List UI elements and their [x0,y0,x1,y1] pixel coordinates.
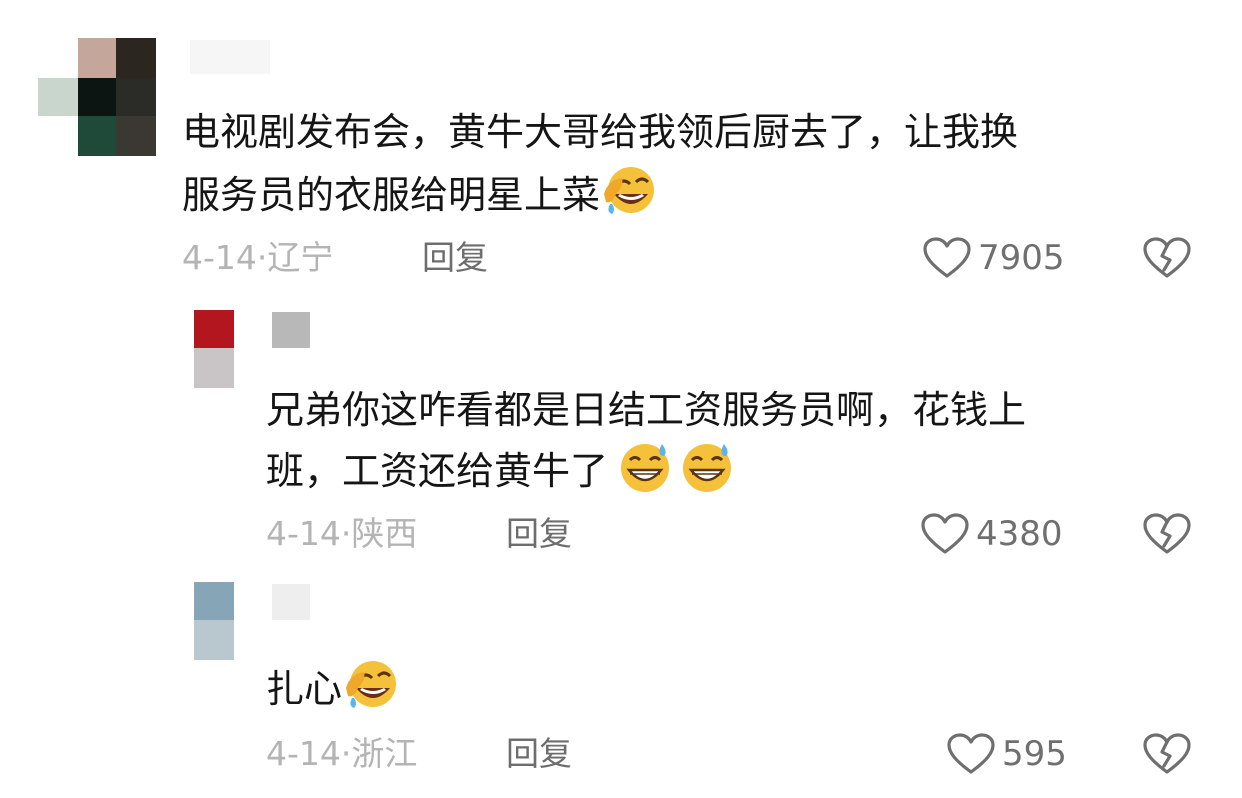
comment-date: 4-14 [266,514,341,553]
avatar[interactable] [38,38,156,156]
dislike-button[interactable] [1142,236,1192,280]
like-count: 4380 [976,514,1063,554]
comment-text: 服务员的衣服给明星上菜 [182,164,656,223]
username[interactable] [272,584,310,620]
reply-button[interactable]: 回复 [422,238,488,278]
avatar[interactable] [194,310,234,388]
dislike-button[interactable] [1142,732,1192,776]
like-count: 595 [1002,734,1067,774]
facepalm-laugh-emoji [346,661,397,708]
comment-date: 4-14 [266,734,341,773]
avatar[interactable] [194,582,234,660]
heart-outline-icon [921,513,969,554]
username[interactable] [190,40,270,74]
reply-button[interactable]: 回复 [506,734,572,774]
reply-button[interactable]: 回复 [506,514,572,554]
comment-text-line: 电视剧发布会，黄牛大哥给我领后厨去了，让我换 [182,110,1019,154]
broken-heart-icon [1143,513,1191,554]
comment-text-line: 班，工资还给黄牛了 [266,449,609,493]
grin-sweat-emoji [683,444,732,492]
username[interactable] [272,312,310,348]
comment-text: 电视剧发布会，黄牛大哥给我领后厨去了，让我换 [182,104,1018,160]
comment-text-line: 扎心 [266,667,343,711]
comment-text: 扎心 [266,658,398,717]
like-button[interactable]: 4380 [920,512,1063,556]
comment-text: 班，工资还给黄牛了 [266,440,734,499]
meta-separator: · [256,238,268,277]
comment-meta: 4-14·辽宁 [182,238,333,278]
like-count: 7905 [978,238,1065,278]
meta-separator: · [340,514,352,553]
like-button[interactable]: 595 [946,732,1067,776]
comment-text-line: 服务员的衣服给明星上菜 [182,173,601,217]
comment-date: 4-14 [182,238,257,277]
comment-meta: 4-14·陕西 [266,514,417,554]
meta-separator: · [340,734,352,773]
broken-heart-icon [1143,733,1191,774]
comment-text: 兄弟你这咋看都是日结工资服务员啊，花钱上 [266,382,1026,438]
facepalm-laugh-emoji [604,167,655,214]
heart-outline-icon [947,733,995,774]
comment-location: 辽宁 [267,238,334,277]
comment-meta: 4-14·浙江 [266,734,417,774]
like-button[interactable]: 7905 [922,236,1065,280]
comment-text-line: 兄弟你这咋看都是日结工资服务员啊，花钱上 [266,388,1027,432]
comment-location: 浙江 [351,734,418,773]
dislike-button[interactable] [1142,512,1192,556]
comment-location: 陕西 [351,514,418,553]
heart-outline-icon [923,237,971,278]
grin-sweat-emoji [621,444,670,492]
broken-heart-icon [1143,237,1191,278]
